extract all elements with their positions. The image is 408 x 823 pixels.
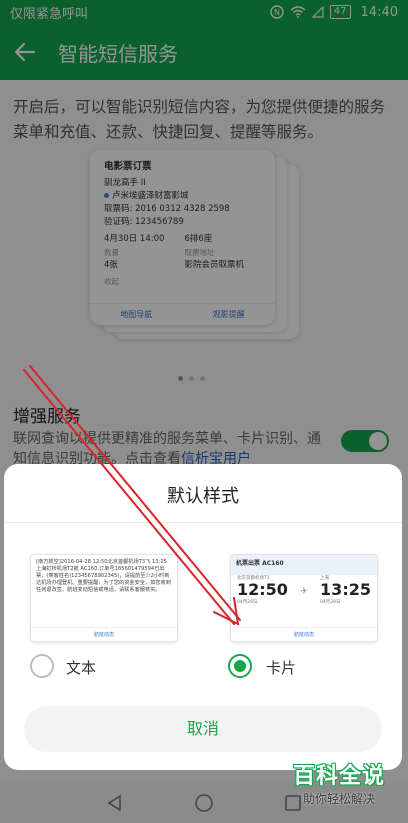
watermark-subtitle: 助你轻松解决 — [302, 792, 375, 806]
card-preview-header: 机票出票 AC160 — [231, 555, 377, 575]
arrival-time: 13:25 — [320, 580, 371, 599]
dialog-title: 默认样式 — [167, 486, 239, 507]
departure-date: 04月28日 — [237, 600, 258, 605]
departure-block: 北京首都机场T1 12:50 04月28日 — [237, 575, 288, 605]
text-preview-body: [南方航空]2016-04-28 12:50北京首都机场T3飞 13:25上海虹… — [36, 559, 171, 593]
card-style-preview[interactable]: 机票出票 AC160 北京首都机场T1 12:50 04月28日 ✈ 上海 13… — [230, 554, 378, 642]
card-style-label[interactable]: 卡片 — [266, 657, 296, 678]
dialog-divider — [4, 522, 402, 523]
arrival-block: 上海 13:25 04月28日 — [320, 575, 371, 605]
watermark-title: 百科全说 — [292, 764, 385, 789]
departure-time: 12:50 — [237, 580, 288, 599]
text-style-label[interactable]: 文本 — [66, 657, 96, 678]
default-style-dialog: 默认样式 [南方航空]2016-04-28 12:50北京首都机场T3飞 13:… — [4, 464, 402, 770]
card-style-radio[interactable] — [228, 654, 252, 678]
text-style-preview[interactable]: [南方航空]2016-04-28 12:50北京首都机场T3飞 13:25上海虹… — [30, 554, 178, 642]
arrival-date: 04月28日 — [320, 600, 341, 605]
flight-route: 北京首都机场T1 12:50 04月28日 ✈ 上海 13:25 04月28日 — [231, 575, 377, 605]
card-preview-action: 航班动态 — [231, 627, 377, 641]
text-style-radio[interactable] — [30, 654, 54, 678]
text-preview-action: 航班动态 — [31, 627, 177, 641]
cancel-button[interactable]: 取消 — [24, 706, 382, 752]
watermark-logo: 百科全说 助你轻松解决 — [280, 763, 398, 815]
airplane-icon: ✈ — [300, 587, 308, 597]
